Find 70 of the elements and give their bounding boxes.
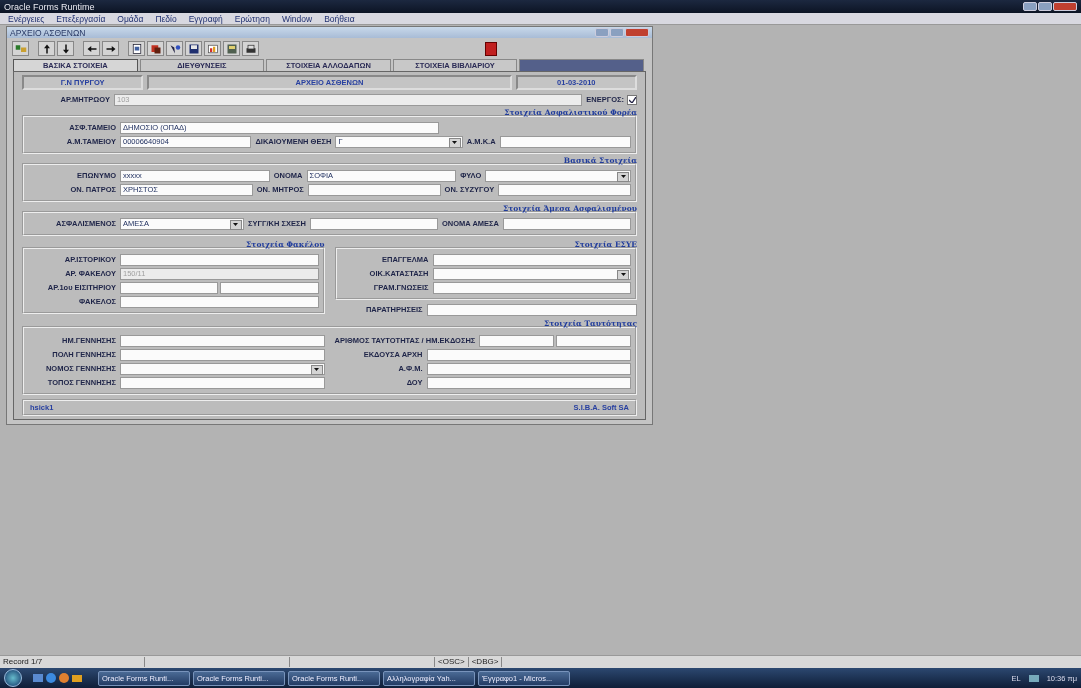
caret-icon [233,223,239,226]
input-field[interactable] [307,183,441,196]
minimize-button[interactable] [1023,2,1037,11]
menu-item[interactable]: Βοήθεια [324,13,355,24]
toolbar-button[interactable] [83,41,100,56]
close-button[interactable] [1053,2,1077,11]
input-field[interactable] [426,362,631,375]
status-text: Record 1/7 [0,657,145,667]
toolbar-button[interactable] [57,41,74,56]
toolbar-button[interactable] [38,41,55,56]
maximize-button[interactable] [1038,2,1052,11]
caret-icon [314,368,319,371]
network-icon[interactable] [1028,673,1039,683]
input-field[interactable] [120,281,219,294]
start-button[interactable] [4,669,22,687]
input-field[interactable] [426,376,631,389]
toolbar-button[interactable] [185,41,202,56]
close-button[interactable] [625,28,649,37]
stop-button[interactable] [485,41,497,56]
status-text: <OSC> [435,657,469,667]
toolbar-button[interactable] [242,41,259,56]
query-icon [14,42,27,55]
input-field[interactable] [503,217,631,230]
input-field[interactable] [556,334,631,347]
menu-item[interactable]: Πεδίο [155,13,177,24]
document-icon [130,42,143,55]
menu-item[interactable]: Window [281,13,313,24]
menu-item[interactable]: Εγγραφή [188,13,223,24]
browser-icon[interactable] [46,673,56,683]
desktop-icon[interactable] [33,673,43,683]
toolbar-button[interactable] [147,41,164,56]
input-field[interactable] [120,376,325,389]
input-field[interactable] [120,295,319,308]
menu-item[interactable]: Ερώτηση [234,13,270,24]
dropdown-field[interactable] [432,267,631,280]
chart-icon [206,42,219,55]
printer-icon [244,42,257,55]
dropdown-field[interactable] [485,169,631,182]
help-icon [168,42,181,55]
input-field[interactable] [220,281,319,294]
checkbox[interactable] [627,94,637,105]
input-field[interactable] [120,253,319,266]
input-field[interactable] [479,334,555,347]
caret-icon [620,175,626,178]
input-field[interactable] [120,348,325,361]
input-field[interactable] [120,334,325,347]
caret-icon [620,273,626,276]
input-field[interactable] [426,348,631,361]
records-icon [149,42,162,55]
caret-icon [452,141,458,144]
circle-icon[interactable] [59,673,69,683]
window-icon [225,42,238,55]
input-field[interactable] [309,217,438,230]
toolbar-button[interactable] [128,41,145,56]
dropdown-field[interactable] [120,362,325,375]
tab[interactable] [519,59,644,71]
toolbar-button[interactable] [102,41,119,56]
folder-icon[interactable] [72,673,82,683]
save-icon [187,42,200,55]
menu-item[interactable]: Ενέργειες [8,13,45,24]
form-title: ΑΡΧΕΙΟ ΑΣΘΕΝΩΝ [10,27,86,38]
status-text: <DBG> [468,657,503,667]
menu-item[interactable]: Επεξεργασία [56,13,106,24]
window-title: Oracle Forms Runtime [4,1,95,12]
input-field[interactable] [498,183,631,196]
input-field[interactable] [499,135,631,148]
menu-item[interactable]: Ομάδα [117,13,144,24]
input-field[interactable] [432,281,631,294]
input-field[interactable] [426,303,637,316]
input-field[interactable] [432,253,631,266]
